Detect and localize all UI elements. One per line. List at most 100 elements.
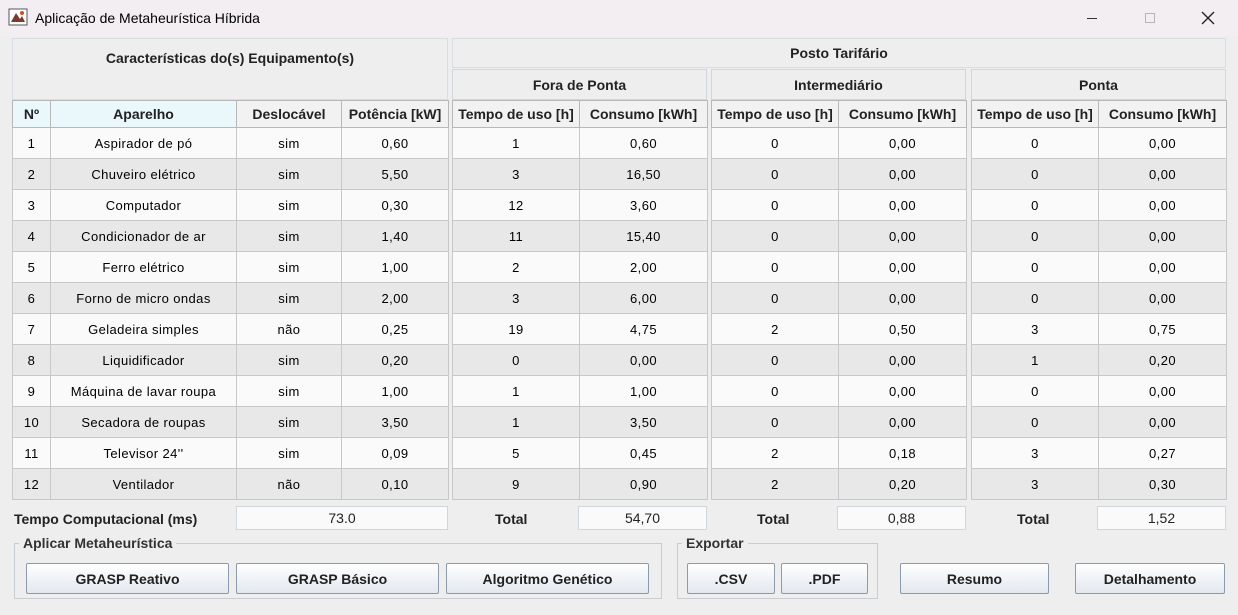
table-row[interactable]: 2 0,50 <box>711 313 967 345</box>
table-row[interactable]: 1 0,20 <box>971 344 1227 376</box>
table-row[interactable]: 2 2,00 <box>452 251 708 283</box>
table-row[interactable]: 5 0,45 <box>452 437 708 469</box>
export-csv-button[interactable]: .CSV <box>687 563 775 594</box>
row-number-cell[interactable]: 5 <box>12 251 51 283</box>
row-number-cell[interactable]: 2 <box>12 158 51 190</box>
usage-time-cell[interactable]: 11 <box>452 220 580 252</box>
consumption-cell[interactable]: 0,00 <box>1098 282 1227 314</box>
column-header[interactable]: Aparelho <box>50 100 237 128</box>
maximize-button[interactable] <box>1121 0 1179 36</box>
appliance-name-cell[interactable]: Secadora de roupas <box>50 406 237 438</box>
usage-time-cell[interactable]: 0 <box>971 127 1099 159</box>
consumption-cell[interactable]: 0,00 <box>1098 189 1227 221</box>
table-row[interactable]: 0 0,00 <box>971 220 1227 252</box>
usage-time-cell[interactable]: 0 <box>971 282 1099 314</box>
power-cell[interactable]: 2,00 <box>341 282 449 314</box>
table-row[interactable]: 1 3,50 <box>452 406 708 438</box>
usage-time-cell[interactable]: 2 <box>711 468 839 500</box>
appliance-name-cell[interactable]: Liquidificador <box>50 344 237 376</box>
table-row[interactable]: 0 0,00 <box>711 127 967 159</box>
usage-time-cell[interactable]: 0 <box>711 406 839 438</box>
shiftable-cell[interactable]: sim <box>236 251 342 283</box>
row-number-cell[interactable]: 10 <box>12 406 51 438</box>
table-row[interactable]: 12 Ventilador não 0,10 <box>12 468 449 500</box>
usage-time-cell[interactable]: 2 <box>711 437 839 469</box>
table-row[interactable]: 1 Aspirador de pó sim 0,60 <box>12 127 449 159</box>
consumption-cell[interactable]: 0,00 <box>1098 375 1227 407</box>
usage-time-cell[interactable]: 0 <box>711 189 839 221</box>
appliance-name-cell[interactable]: Condicionador de ar <box>50 220 237 252</box>
consumption-cell[interactable]: 2,00 <box>579 251 708 283</box>
grasp-basic-button[interactable]: GRASP Básico <box>236 563 439 594</box>
consumption-cell[interactable]: 0,00 <box>838 158 967 190</box>
usage-time-cell[interactable]: 0 <box>711 127 839 159</box>
consumption-cell[interactable]: 0,00 <box>1098 127 1227 159</box>
shiftable-cell[interactable]: sim <box>236 158 342 190</box>
table-row[interactable]: 3 Computador sim 0,30 <box>12 189 449 221</box>
usage-time-cell[interactable]: 3 <box>452 158 580 190</box>
row-number-cell[interactable]: 11 <box>12 437 51 469</box>
consumption-cell[interactable]: 0,00 <box>579 344 708 376</box>
consumption-cell[interactable]: 3,50 <box>579 406 708 438</box>
row-number-cell[interactable]: 9 <box>12 375 51 407</box>
usage-time-cell[interactable]: 19 <box>452 313 580 345</box>
shiftable-cell[interactable]: sim <box>236 127 342 159</box>
genetic-algorithm-button[interactable]: Algoritmo Genético <box>446 563 649 594</box>
consumption-cell[interactable]: 0,00 <box>838 127 967 159</box>
consumption-cell[interactable]: 0,00 <box>1098 220 1227 252</box>
usage-time-cell[interactable]: 1 <box>452 406 580 438</box>
column-header[interactable]: Consumo [kWh] <box>1098 100 1227 128</box>
table-row[interactable]: 0 0,00 <box>452 344 708 376</box>
minimize-button[interactable] <box>1063 0 1121 36</box>
table-row[interactable]: 0 0,00 <box>971 375 1227 407</box>
appliance-name-cell[interactable]: Aspirador de pó <box>50 127 237 159</box>
table-row[interactable]: 3 16,50 <box>452 158 708 190</box>
table-row[interactable]: 3 0,30 <box>971 468 1227 500</box>
usage-time-cell[interactable]: 1 <box>452 375 580 407</box>
usage-time-cell[interactable]: 0 <box>711 158 839 190</box>
usage-time-cell[interactable]: 0 <box>971 189 1099 221</box>
table-row[interactable]: 0 0,00 <box>711 251 967 283</box>
usage-time-cell[interactable]: 3 <box>971 437 1099 469</box>
consumption-cell[interactable]: 0,45 <box>579 437 708 469</box>
table-row[interactable]: 9 0,90 <box>452 468 708 500</box>
close-button[interactable] <box>1179 0 1237 36</box>
usage-time-cell[interactable]: 1 <box>971 344 1099 376</box>
power-cell[interactable]: 0,09 <box>341 437 449 469</box>
table-row[interactable]: 0 0,00 <box>711 189 967 221</box>
consumption-cell[interactable]: 0,50 <box>838 313 967 345</box>
consumption-cell[interactable]: 0,00 <box>1098 406 1227 438</box>
usage-time-cell[interactable]: 0 <box>971 251 1099 283</box>
consumption-cell[interactable]: 4,75 <box>579 313 708 345</box>
column-header[interactable]: Tempo de uso [h] <box>971 100 1099 128</box>
table-row[interactable]: 2 0,18 <box>711 437 967 469</box>
usage-time-cell[interactable]: 0 <box>971 406 1099 438</box>
power-cell[interactable]: 0,10 <box>341 468 449 500</box>
table-row[interactable]: 1 1,00 <box>452 375 708 407</box>
consumption-cell[interactable]: 0,75 <box>1098 313 1227 345</box>
usage-time-cell[interactable]: 9 <box>452 468 580 500</box>
consumption-cell[interactable]: 15,40 <box>579 220 708 252</box>
consumption-cell[interactable]: 0,00 <box>838 406 967 438</box>
row-number-cell[interactable]: 1 <box>12 127 51 159</box>
table-row[interactable]: 2 Chuveiro elétrico sim 5,50 <box>12 158 449 190</box>
shiftable-cell[interactable]: sim <box>236 375 342 407</box>
table-row[interactable]: 0 0,00 <box>971 406 1227 438</box>
table-row[interactable]: 12 3,60 <box>452 189 708 221</box>
appliance-name-cell[interactable]: Televisor 24'' <box>50 437 237 469</box>
table-row[interactable]: 3 6,00 <box>452 282 708 314</box>
power-cell[interactable]: 1,00 <box>341 375 449 407</box>
usage-time-cell[interactable]: 0 <box>711 220 839 252</box>
usage-time-cell[interactable]: 0 <box>711 282 839 314</box>
consumption-cell[interactable]: 0,90 <box>579 468 708 500</box>
appliance-name-cell[interactable]: Computador <box>50 189 237 221</box>
consumption-cell[interactable]: 0,00 <box>838 344 967 376</box>
power-cell[interactable]: 0,30 <box>341 189 449 221</box>
table-row[interactable]: 0 0,00 <box>711 344 967 376</box>
power-cell[interactable]: 3,50 <box>341 406 449 438</box>
shiftable-cell[interactable]: não <box>236 313 342 345</box>
column-header[interactable]: Consumo [kWh] <box>579 100 708 128</box>
consumption-cell[interactable]: 1,00 <box>579 375 708 407</box>
usage-time-cell[interactable]: 2 <box>711 313 839 345</box>
usage-time-cell[interactable]: 3 <box>971 468 1099 500</box>
